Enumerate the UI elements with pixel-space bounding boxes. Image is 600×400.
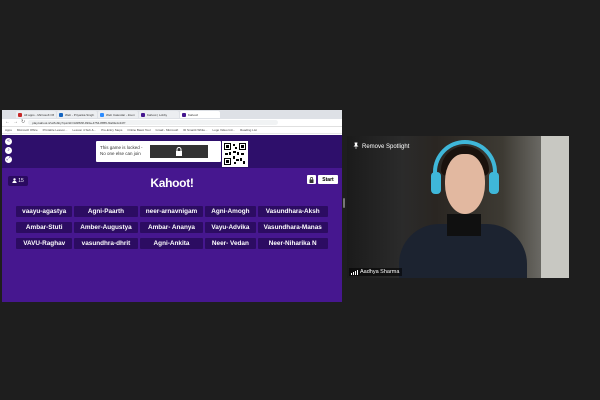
back-arrow-icon[interactable]: ← [5,120,10,125]
tab-favicon-icon [59,112,63,117]
sound-icon[interactable]: ♪ [5,147,12,154]
bookmark-item[interactable]: Reading List [240,128,257,132]
lobby-header: « ♪ ⤢ This game is locked - No one else … [2,135,342,168]
bookmark-item[interactable]: Logo Video Intr... [213,128,236,132]
bookmarks-bar: Apps Microsoft Office Printable Lesson..… [2,127,342,134]
player-name[interactable]: Amber-Augustya [74,222,138,233]
padlock-icon [150,145,208,158]
player-name[interactable]: neer-arnavnigam [139,206,204,217]
headphone-earcup [489,172,499,194]
tab-favicon-icon [141,112,145,117]
browser-tab[interactable]: All apps - Microsoft Office [16,111,56,118]
player-name[interactable]: VAVU-Raghav [16,238,73,249]
browser-tab[interactable]: Web Calendar - Zoom [98,111,138,118]
player-list: vaayu-agastya Agni-Paarth neer-arnavniga… [16,206,328,249]
bookmark-item[interactable]: Microsoft Office [17,128,38,132]
forward-arrow-icon[interactable]: → [13,120,18,125]
remove-spotlight-label: Remove Spotlight [362,143,410,150]
participant-name: Aadhya Sharma [360,269,400,275]
tab-favicon-icon [18,112,22,117]
participant-name-tag: Aadhya Sharma [349,268,403,276]
shared-screen: All apps - Microsoft Office Web - Priyan… [2,110,342,302]
bookmark-item[interactable]: Online Basic Tool [127,128,150,132]
split-view-handle[interactable] [343,198,345,208]
player-name[interactable]: Vayu-Advika [205,222,256,233]
remove-spotlight-button[interactable]: Remove Spotlight [353,142,409,151]
browser-tab[interactable]: Web - Priyanka Singh - Outlook [57,111,97,118]
bookmark-item[interactable]: Gmail - Microsoft [156,128,179,132]
lock-icon [309,176,314,183]
player-name[interactable]: Vasundhara-Manas [257,222,328,233]
bookmark-item[interactable]: Printable Lesson... [43,128,68,132]
tab-favicon-icon [100,112,104,117]
browser-tab[interactable]: Kahoot | Lobby [139,111,179,118]
locked-game-box: This game is locked - No one else can jo… [96,141,221,162]
player-name[interactable]: Agni-Ankita [139,238,204,249]
reload-icon[interactable]: ↻ [21,120,25,125]
player-name[interactable]: Ambar-Stuti [16,222,73,233]
collapse-icon[interactable]: « [5,138,12,145]
video-background-window [541,136,569,278]
address-bar-row: ← → ↻ play.kahoot.it/v2/lobby?quizId=3d3… [2,119,342,127]
browser-tab-active[interactable]: Kahoot! [180,111,220,118]
kahoot-lobby: « ♪ ⤢ This game is locked - No one else … [2,135,342,302]
player-name[interactable]: Neer-Niharika N [257,238,328,249]
participant-neck [447,214,481,236]
player-name[interactable]: vasundhra-dhrit [74,238,138,249]
player-name[interactable]: Vasundhara-Aksh [257,206,328,217]
bookmark-item[interactable]: Lesson 4 Sub &... [73,128,97,132]
lobby-body: 15 Kahoot! Start vaayu-agastya Agni-Paar… [2,168,342,302]
tab-favicon-icon [182,112,186,117]
lock-game-button[interactable] [307,175,316,184]
bookmark-item[interactable]: ID Smartit White... [183,128,207,132]
browser-tab-bar: All apps - Microsoft Office Web - Priyan… [2,110,342,119]
signal-strength-icon [351,269,358,275]
fullscreen-icon[interactable]: ⤢ [5,156,12,163]
locked-message: This game is locked - No one else can jo… [100,145,143,156]
player-name[interactable]: Agni-Amogh [205,206,256,217]
kahoot-logo: Kahoot! [150,176,194,190]
participant-video: Remove Spotlight Aadhya Sharma [347,136,569,278]
start-button[interactable]: Start [318,175,338,184]
pin-icon [353,142,359,151]
bookmark-item[interactable]: Apps [5,128,12,132]
player-name[interactable]: vaayu-agastya [16,206,73,217]
player-name[interactable]: Agni-Paarth [74,206,138,217]
qr-code [222,141,248,167]
player-name[interactable]: Neer- Vedan [205,238,256,249]
player-name[interactable]: Ambar- Ananya [139,222,204,233]
bookmark-item[interactable]: Pre-Entry Steps [101,128,122,132]
url-field[interactable]: play.kahoot.it/v2/lobby?quizId=3d3f6f3f-… [28,120,279,125]
headphone-earcup [431,172,441,194]
